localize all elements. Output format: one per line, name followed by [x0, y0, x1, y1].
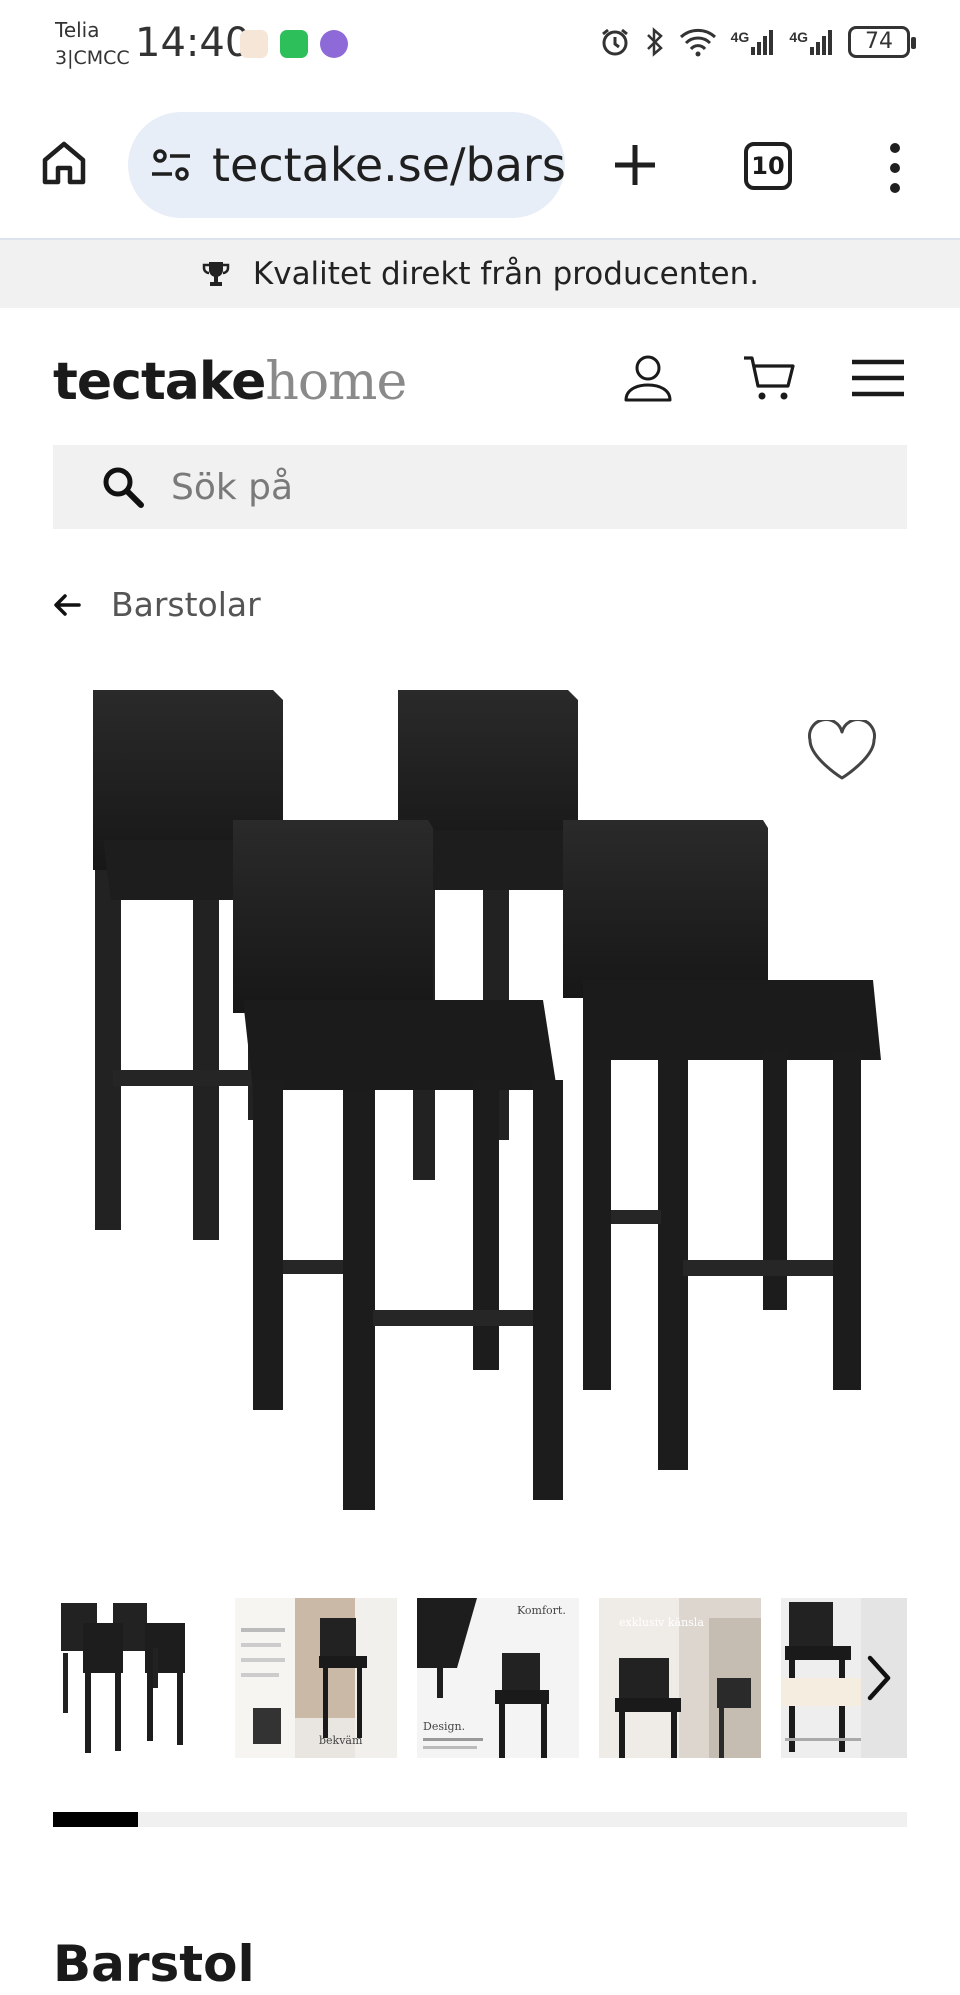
- search-input[interactable]: [171, 466, 771, 508]
- thumbnail-strip: bekväm Komfort. Design. exklusiv känsla: [53, 1598, 907, 1758]
- tab-switcher-button[interactable]: 10: [744, 142, 792, 190]
- wishlist-heart-icon[interactable]: [806, 720, 878, 784]
- chair-front-left: [233, 820, 563, 1510]
- cart-icon[interactable]: [742, 350, 798, 406]
- promo-banner: Kvalitet direkt från producenten.: [0, 240, 960, 308]
- back-arrow-icon[interactable]: [53, 593, 81, 617]
- logo-brand: tectake: [53, 352, 266, 412]
- signal-1-icon: 4G: [731, 29, 776, 55]
- signal-2-icon: 4G: [789, 29, 834, 55]
- trophy-icon: [202, 262, 230, 286]
- bluetooth-icon: [646, 27, 663, 57]
- site-settings-icon[interactable]: [148, 142, 194, 188]
- gallery-progress-fill: [53, 1812, 139, 1827]
- notification-icons: [240, 30, 348, 58]
- carrier-line-2: 3|CMCC: [55, 47, 130, 69]
- thumbnail-3[interactable]: Komfort. Design.: [417, 1598, 579, 1758]
- home-icon: [42, 141, 86, 185]
- gallery-progress: [53, 1812, 907, 1827]
- thumbnail-4-caption: exklusiv känsla: [619, 1616, 704, 1629]
- url-text[interactable]: tectake.se/barstolar: [212, 138, 565, 192]
- product-main-image[interactable]: [53, 670, 907, 1570]
- wifi-icon: [679, 28, 716, 57]
- thumbnail-2-caption: bekväm: [319, 1734, 363, 1747]
- site-logo[interactable]: tectakehome: [53, 352, 407, 412]
- account-icon[interactable]: [620, 350, 676, 406]
- status-bar: Telia 3|CMCC 14:40 4G 4G 74: [0, 0, 960, 90]
- health-app-icon: [240, 30, 268, 58]
- thumbnail-3-caption-1: Komfort.: [517, 1604, 566, 1617]
- alarm-icon: [601, 28, 628, 56]
- carrier-label: Telia 3|CMCC: [55, 16, 130, 72]
- breadcrumb-link[interactable]: Barstolar: [111, 585, 261, 624]
- system-icons: 4G 4G 74: [599, 26, 916, 58]
- thumbnail-1[interactable]: [53, 1598, 215, 1758]
- app-notification-icon: [320, 30, 348, 58]
- logo-sub: home: [265, 352, 407, 412]
- chair-front-right: [563, 820, 881, 1470]
- search-box[interactable]: [53, 445, 907, 529]
- address-bar[interactable]: tectake.se/barstolar: [128, 112, 565, 218]
- product-title: Barstol: [53, 1935, 255, 1993]
- thumbnail-3-caption-2: Design.: [423, 1720, 466, 1733]
- thumbnail-2[interactable]: bekväm: [235, 1598, 397, 1758]
- clock: 14:40: [135, 20, 251, 66]
- new-tab-button[interactable]: [605, 135, 665, 195]
- carrier-line-1: Telia: [55, 18, 100, 42]
- promo-text: Kvalitet direkt från producenten.: [252, 256, 760, 292]
- breadcrumb[interactable]: Barstolar: [53, 585, 261, 624]
- home-button[interactable]: [36, 135, 92, 191]
- more-menu-icon[interactable]: [880, 140, 910, 196]
- battery-indicator: 74: [848, 26, 916, 58]
- thumbnail-next-icon[interactable]: [858, 1650, 902, 1706]
- wechat-icon: [280, 30, 308, 58]
- browser-toolbar: tectake.se/barstolar 10: [0, 100, 960, 240]
- menu-icon[interactable]: [850, 350, 906, 406]
- search-icon[interactable]: [101, 465, 145, 509]
- thumbnail-4[interactable]: exklusiv känsla: [599, 1598, 761, 1758]
